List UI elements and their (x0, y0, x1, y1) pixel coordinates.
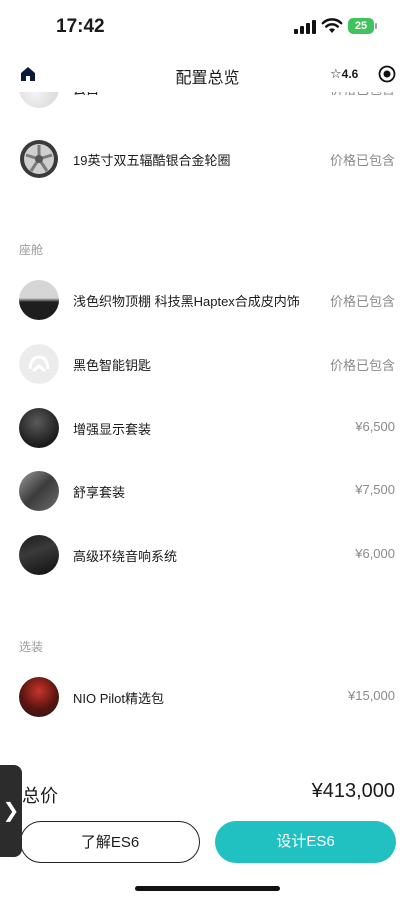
item-price: ¥6,500 (355, 419, 395, 434)
home-indicator[interactable] (135, 886, 280, 891)
list-item-wheels[interactable]: 19英寸双五辐酷银合金轮圈 价格已包含 (0, 137, 415, 181)
total-price: ¥413,000 (311, 780, 395, 802)
display-thumb (19, 408, 59, 448)
list-item-comfort-pack[interactable]: 舒享套装 ¥7,500 (0, 469, 415, 513)
design-es6-button[interactable]: 设计ES6 (215, 821, 396, 863)
list-item-audio-system[interactable]: 高级环绕音响系统 ¥6,000 (0, 533, 415, 577)
item-price: 价格已包含 (329, 358, 395, 373)
list-item-interior[interactable]: 浅色织物顶棚 科技黑Haptex合成皮内饰 价格已包含 (0, 278, 415, 322)
signal-icon (294, 20, 316, 34)
list-item-smart-key[interactable]: 黑色智能钥匙 价格已包含 (0, 342, 415, 386)
seat-thumb (19, 471, 59, 511)
status-bar: 17:42 25 (0, 0, 415, 56)
audio-thumb (19, 535, 59, 575)
learn-es6-button[interactable]: 了解ES6 (20, 821, 200, 863)
section-label-options: 选装 (19, 640, 44, 654)
rating-value: 4.6 (341, 67, 359, 81)
item-name: 增强显示套装 (73, 422, 152, 437)
status-time: 17:42 (56, 16, 105, 37)
item-name: 舒享套装 (73, 485, 126, 500)
total-label: 总价 (22, 786, 58, 806)
list-item-nio-pilot[interactable]: NIO Pilot精选包 ¥15,000 (0, 675, 415, 719)
wifi-icon (321, 18, 343, 33)
item-price: ¥15,000 (348, 688, 395, 703)
side-drawer-handle[interactable]: ❯ (0, 765, 22, 857)
item-name: 高级环绕音响系统 (73, 549, 178, 564)
interior-thumb (19, 280, 59, 320)
list-item-display-pack[interactable]: 增强显示套装 ¥6,500 (0, 406, 415, 450)
item-price: ¥7,500 (355, 482, 395, 497)
nav-bar: 配置总览 ☆4.6 (0, 56, 415, 92)
section-label-cabin: 座舱 (19, 243, 44, 257)
item-name: 浅色织物顶棚 科技黑Haptex合成皮内饰 (73, 294, 300, 309)
wheel-thumb (20, 140, 58, 178)
item-price: 价格已包含 (329, 153, 395, 168)
item-name: 19英寸双五辐酷银合金轮圈 (73, 153, 231, 168)
item-price: ¥6,000 (355, 546, 395, 561)
item-price: 价格已包含 (329, 294, 395, 309)
pilot-thumb (19, 677, 59, 717)
item-name: NIO Pilot精选包 (73, 691, 165, 706)
item-name: 黑色智能钥匙 (73, 358, 152, 373)
rating-button[interactable]: ☆4.6 (330, 66, 358, 82)
battery-icon: 25 (348, 18, 378, 34)
record-icon[interactable] (378, 65, 396, 83)
key-thumb (19, 344, 59, 384)
battery-level: 25 (348, 18, 374, 34)
star-icon: ☆ (330, 66, 342, 81)
battery-cap (375, 23, 377, 29)
